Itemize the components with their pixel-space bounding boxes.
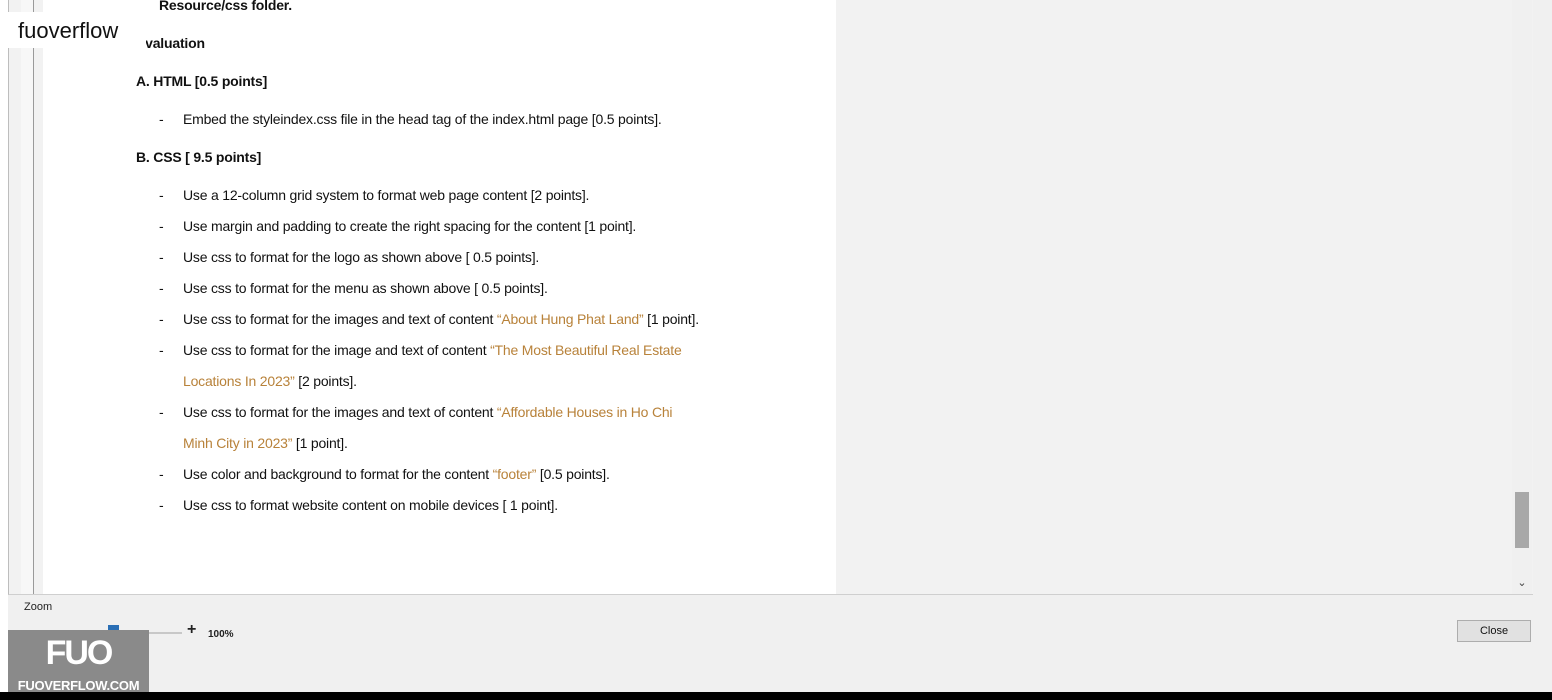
exam-viewer-window: Resource/css folder. Evaluation A. HTML …: [0, 0, 1552, 700]
resource-folder-line: Resource/css folder.: [159, 0, 292, 13]
bullet-dash: -: [159, 218, 164, 234]
css-item-7-line-2: Minh City in 2023” [1 point].: [183, 435, 348, 451]
logo-mark: FUO: [45, 634, 114, 672]
html-item-1: Embed the styleindex.css file in the hea…: [183, 111, 662, 127]
css-item-8-text: Use color and background to format for t…: [183, 466, 493, 482]
bullet-dash: -: [159, 249, 164, 265]
css-item-8-highlight: “footer”: [492, 466, 537, 482]
css-item-3: Use css to format for the logo as shown …: [183, 249, 540, 265]
document-page: Resource/css folder. Evaluation A. HTML …: [43, 0, 836, 594]
evaluation-heading: Evaluation: [136, 35, 205, 51]
css-item-7-text: Use css to format for the images and tex…: [183, 404, 497, 420]
css-item-8: Use color and background to format for t…: [183, 466, 610, 482]
css-item-5-text: Use css to format for the images and tex…: [183, 311, 497, 327]
scroll-down-arrow-icon[interactable]: ⌄: [1515, 575, 1529, 591]
css-item-5: Use css to format for the images and tex…: [183, 311, 699, 327]
watermark-logo: FUO FUOVERFLOW.COM: [8, 630, 149, 700]
bullet-dash: -: [159, 111, 164, 127]
close-button[interactable]: Close: [1457, 620, 1531, 642]
bullet-dash: -: [159, 466, 164, 482]
bullet-dash: -: [159, 342, 164, 358]
zoom-in-button[interactable]: +: [187, 621, 196, 639]
zoom-label: Zoom: [24, 601, 53, 613]
bullet-dash: -: [159, 280, 164, 296]
section-css-heading: B. CSS [ 9.5 points]: [136, 149, 262, 165]
css-item-4: Use css to format for the menu as shown …: [183, 280, 548, 296]
css-item-7-points: [1 point].: [292, 435, 348, 451]
css-item-6-points: [2 points].: [294, 373, 357, 389]
css-item-6-highlight-1: “The Most Beautiful Real Estate: [490, 342, 682, 358]
css-item-1: Use a 12-column grid system to format we…: [183, 187, 590, 203]
bullet-dash: -: [159, 311, 164, 327]
left-edge: [0, 0, 8, 700]
css-item-9: Use css to format website content on mob…: [183, 497, 558, 513]
bullet-dash: -: [159, 187, 164, 203]
css-item-5-points: [1 point].: [643, 311, 699, 327]
document-viewer[interactable]: Resource/css folder. Evaluation A. HTML …: [8, 0, 1533, 595]
css-item-2: Use margin and padding to create the rig…: [183, 218, 637, 234]
css-item-7-highlight-2: Minh City in 2023”: [183, 435, 293, 451]
viewer-margin: [21, 0, 34, 594]
logo-text: FUOVERFLOW.COM: [17, 678, 140, 693]
css-item-6-line-1: Use css to format for the image and text…: [183, 342, 682, 358]
css-item-6-text: Use css to format for the image and text…: [183, 342, 491, 358]
watermark-label: fuoverflow: [8, 12, 146, 48]
section-html-heading: A. HTML [0.5 points]: [136, 73, 268, 89]
bullet-dash: -: [159, 404, 164, 420]
css-item-6-line-2: Locations In 2023” [2 points].: [183, 373, 357, 389]
scrollbar-thumb[interactable]: [1515, 492, 1529, 548]
css-item-7-line-1: Use css to format for the images and tex…: [183, 404, 673, 420]
css-item-8-points: [0.5 points].: [536, 466, 610, 482]
zoom-value: 100%: [208, 629, 234, 640]
css-item-6-highlight-2: Locations In 2023”: [183, 373, 295, 389]
css-item-7-highlight-1: “Affordable Houses in Ho Chi: [496, 404, 673, 420]
bullet-dash: -: [159, 497, 164, 513]
vertical-scrollbar[interactable]: ⌄: [1512, 0, 1532, 594]
css-item-5-highlight: “About Hung Phat Land”: [496, 311, 644, 327]
bottom-border: [0, 692, 1552, 700]
